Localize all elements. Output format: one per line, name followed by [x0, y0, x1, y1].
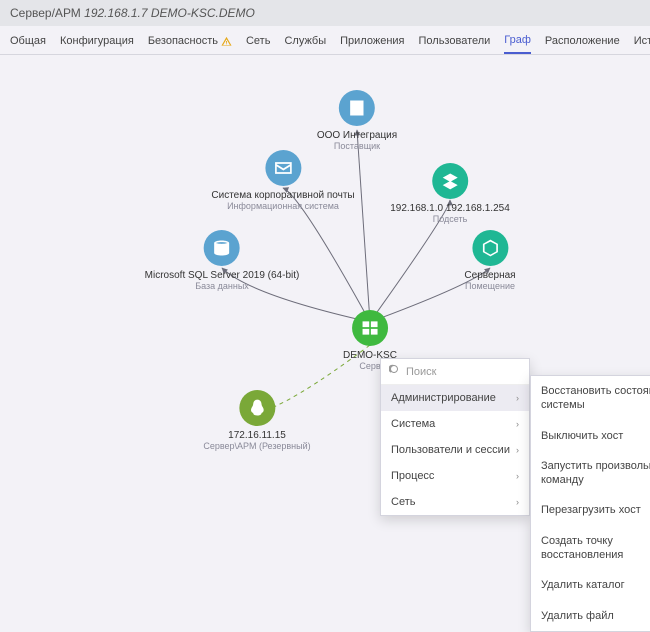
tab-services[interactable]: Службы [284, 34, 326, 54]
linux-icon [239, 390, 275, 426]
chevron-right-icon: › [516, 497, 519, 507]
warning-icon [221, 36, 232, 47]
ctx-sub-restore[interactable]: Восстановить состояние системы [531, 376, 650, 421]
ctx-sub-rmfile[interactable]: Удалить файл [531, 601, 650, 631]
node-backup[interactable]: 172.16.11.15 Сервер\АРМ (Резервный) [203, 390, 310, 451]
ctx-sub-snapshot[interactable]: Создать точку восстановления [531, 526, 650, 571]
tab-security[interactable]: Безопасность [148, 34, 232, 54]
tab-users[interactable]: Пользователи [419, 34, 491, 54]
node-serverroom[interactable]: Серверная Помещение [464, 230, 515, 291]
tab-graph[interactable]: Граф [504, 34, 531, 54]
ctx-item-system[interactable]: Система› [381, 411, 529, 437]
breadcrumb: Сервер/АРМ 192.168.1.7 DEMO-KSC.DEMO [0, 0, 650, 26]
tab-config[interactable]: Конфигурация [60, 34, 134, 54]
mail-icon [265, 150, 301, 186]
node-integration[interactable]: ООО Интеграция Поставщик [317, 90, 397, 151]
ctx-sub-reboot[interactable]: Перезагрузить хост [531, 495, 650, 525]
tab-apps[interactable]: Приложения [340, 34, 404, 54]
building-icon [339, 90, 375, 126]
ctx-item-users[interactable]: Пользователи и сессии› [381, 437, 529, 463]
cube-icon [472, 230, 508, 266]
context-submenu: Восстановить состояние системы Выключить… [530, 375, 650, 632]
node-subnet[interactable]: 192.168.1.0 192.168.1.254 Подсеть [390, 163, 510, 224]
tab-history[interactable]: История [634, 34, 650, 54]
tab-network[interactable]: Сеть [246, 34, 270, 54]
graph-canvas[interactable]: ООО Интеграция Поставщик Система корпора… [0, 55, 650, 495]
windows-icon [352, 310, 388, 346]
tab-general[interactable]: Общая [10, 34, 46, 54]
search-icon [389, 364, 401, 379]
ctx-sub-shutdown[interactable]: Выключить хост [531, 421, 650, 451]
tab-location[interactable]: Расположение [545, 34, 620, 54]
tab-bar: Общая Конфигурация Безопасность Сеть Слу… [0, 26, 650, 55]
ctx-item-net[interactable]: Сеть› [381, 489, 529, 515]
ctx-item-process[interactable]: Процесс› [381, 463, 529, 489]
context-search[interactable]: Поиск [381, 359, 529, 385]
chevron-right-icon: › [516, 419, 519, 429]
chevron-right-icon: › [516, 445, 519, 455]
node-sql[interactable]: Microsoft SQL Server 2019 (64-bit) База … [145, 230, 300, 291]
chevron-right-icon: › [516, 471, 519, 481]
ctx-sub-runcmd[interactable]: Запустить произвольную команду [531, 451, 650, 496]
ctx-sub-rmdir[interactable]: Удалить каталог [531, 570, 650, 600]
network-icon [432, 163, 468, 199]
database-icon [204, 230, 240, 266]
ctx-item-admin[interactable]: Администрирование› [381, 385, 529, 411]
context-menu: Поиск Администрирование› Система› Пользо… [380, 358, 530, 516]
chevron-right-icon: › [516, 393, 519, 403]
node-mail[interactable]: Система корпоративной почты Информационн… [211, 150, 354, 211]
